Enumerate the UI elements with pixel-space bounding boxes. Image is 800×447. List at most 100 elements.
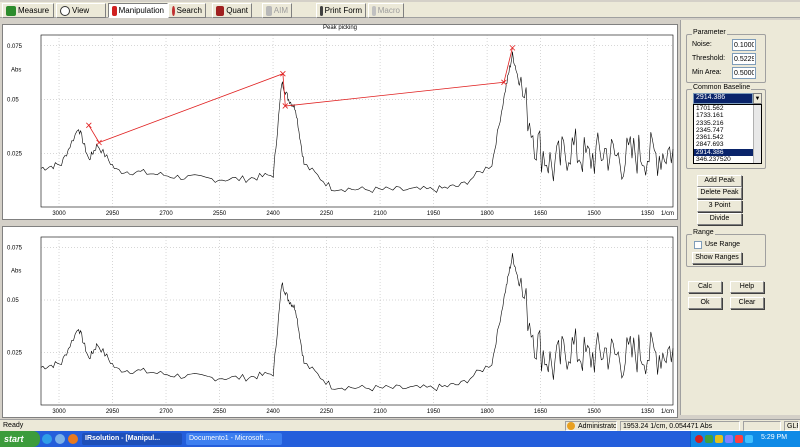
messenger-icon[interactable] <box>55 434 65 444</box>
baseline-option[interactable]: 2361.542 <box>694 134 761 141</box>
media-icon[interactable] <box>68 434 78 444</box>
x-tick-label: 2400 <box>266 211 280 217</box>
y-unit-label: Abs <box>11 269 21 275</box>
calc-button[interactable]: Calc <box>688 281 722 293</box>
y-tick-label: 0.05 <box>7 98 19 104</box>
status-blank <box>743 421 781 431</box>
x-tick-label: 2400 <box>266 409 280 415</box>
x-unit-label: 1/cm <box>661 409 674 415</box>
tray-volume-icon[interactable] <box>715 435 723 443</box>
x-tick-label: 2550 <box>213 409 227 415</box>
baseline-dropdown-list[interactable]: 1701.562 1733.161 2335.216 2345.747 2361.542… <box>693 104 762 164</box>
threshold-label: Threshold: <box>692 55 726 62</box>
aim-button[interactable]: AIM <box>262 3 292 18</box>
y-unit-label: Abs <box>11 68 21 74</box>
x-tick-label: 2100 <box>373 211 387 217</box>
start-button[interactable]: start <box>0 431 40 447</box>
spectrum-chart-top[interactable]: 3000 2950 2700 2550 2400 2250 2100 1950 1800 1650… <box>3 25 679 221</box>
x-tick-label: 1650 <box>534 211 548 217</box>
task-irsolution[interactable]: IRsolution - [Manipul... <box>82 433 182 445</box>
baseline-option[interactable]: 2914.386 <box>694 148 761 157</box>
min-area-input[interactable] <box>732 67 756 79</box>
y-tick-label: 0.025 <box>7 351 23 357</box>
help-button[interactable]: Help <box>730 281 764 293</box>
three-point-button[interactable]: 3 Point <box>697 200 742 212</box>
macro-button[interactable]: Macro <box>368 3 404 18</box>
aim-label: AIM <box>273 6 288 15</box>
search-label: Search <box>176 6 202 15</box>
tray-update-icon[interactable] <box>745 435 753 443</box>
x-tick-label: 2550 <box>213 211 227 217</box>
baseline-combo[interactable]: 2914.386 <box>693 93 753 104</box>
ok-button[interactable]: Ok <box>688 297 722 309</box>
baseline-option[interactable]: 2847.693 <box>694 141 761 148</box>
spectrum-chart-bottom[interactable]: 3000 2950 2700 2550 2400 2250 2100 1950 1800 1650… <box>3 227 679 419</box>
system-tray: 5:29 PM <box>690 431 800 447</box>
baseline-option[interactable]: 1701.562 <box>694 105 761 112</box>
status-cursor-readout: 1953.24 1/cm, 0.054471 Abs <box>620 421 740 431</box>
view-label: View <box>72 6 90 15</box>
delete-peak-button[interactable]: Delete Peak <box>697 187 742 199</box>
clock: 5:29 PM <box>761 434 788 441</box>
x-unit-label: 1/cm <box>661 211 674 217</box>
use-range-checkbox[interactable] <box>694 241 702 249</box>
chevron-down-icon[interactable]: ▼ <box>753 93 762 104</box>
x-tick-label: 2700 <box>159 409 173 415</box>
min-area-label: Min Area: <box>692 69 722 76</box>
tray-network-icon[interactable] <box>705 435 713 443</box>
noise-label: Noise: <box>692 41 712 48</box>
manipulation-label: Manipulation <box>118 6 164 15</box>
tray-alert-icon[interactable] <box>735 435 743 443</box>
baseline-option[interactable]: 346.237520 <box>694 156 761 163</box>
y-tick-label: 0.075 <box>7 44 23 50</box>
plot-area[interactable] <box>40 34 674 208</box>
tray-app-icon[interactable] <box>725 435 733 443</box>
x-tick-label: 1500 <box>587 211 601 217</box>
quant-button[interactable]: Quant <box>212 3 252 18</box>
threshold-input[interactable] <box>732 53 756 65</box>
x-tick-label: 1650 <box>534 409 548 415</box>
baseline-option[interactable]: 1733.161 <box>694 112 761 119</box>
windows-taskbar: start IRsolution - [Manipul... Documento… <box>0 431 800 447</box>
tray-antivirus-icon[interactable] <box>695 435 703 443</box>
x-tick-label: 3000 <box>52 409 66 415</box>
x-tick-label: 1800 <box>480 211 494 217</box>
main-toolbar: Measure View Manipulation Search Quant A… <box>0 2 800 18</box>
search-icon <box>172 5 175 16</box>
add-peak-button[interactable]: Add Peak <box>697 175 742 187</box>
spectrum-plot[interactable]: 3000 2950 2700 2550 2400 2250 2100 1950 1800 1650… <box>2 226 678 418</box>
noise-input[interactable] <box>732 39 756 51</box>
range-title: Range <box>692 229 715 236</box>
y-tick-label: 0.05 <box>7 298 19 304</box>
eye-icon <box>60 5 70 16</box>
baseline-option[interactable]: 2345.747 <box>694 127 761 134</box>
print-form-button[interactable]: Print Form <box>316 3 366 18</box>
quant-label: Quant <box>226 6 248 15</box>
manipulation-button[interactable]: Manipulation <box>108 3 168 18</box>
clear-button[interactable]: Clear <box>730 297 764 309</box>
measure-button[interactable]: Measure <box>2 3 54 18</box>
dropdown-scrollbar[interactable] <box>753 105 761 163</box>
macro-label: Macro <box>377 6 400 15</box>
measure-label: Measure <box>18 6 50 15</box>
measure-icon <box>6 5 16 16</box>
plot-area[interactable] <box>40 236 674 406</box>
y-tick-label: 0.025 <box>7 151 23 157</box>
x-tick-label: 2700 <box>159 211 173 217</box>
x-tick-label: 2950 <box>106 409 120 415</box>
x-tick-label: 2950 <box>106 211 120 217</box>
baseline-option[interactable]: 2335.216 <box>694 120 761 127</box>
search-button[interactable]: Search <box>168 3 206 18</box>
status-mode: GLP <box>784 421 799 431</box>
peak-picking-plot[interactable]: Peak picking 3000 2950 2700 2550 2400 2250 210… <box>2 24 678 220</box>
printer-icon <box>320 5 323 16</box>
show-ranges-button[interactable]: Show Ranges <box>692 252 742 264</box>
task-documento1[interactable]: Documento1 - Microsoft ... <box>186 433 282 445</box>
baseline-title: Common Baseline <box>692 84 752 91</box>
ie-icon[interactable] <box>42 434 52 444</box>
x-tick-label: 2250 <box>320 211 334 217</box>
divide-button[interactable]: Divide <box>697 213 742 225</box>
x-tick-label: 1350 <box>641 409 655 415</box>
parameter-title: Parameter <box>692 29 727 36</box>
view-button[interactable]: View <box>56 3 106 18</box>
